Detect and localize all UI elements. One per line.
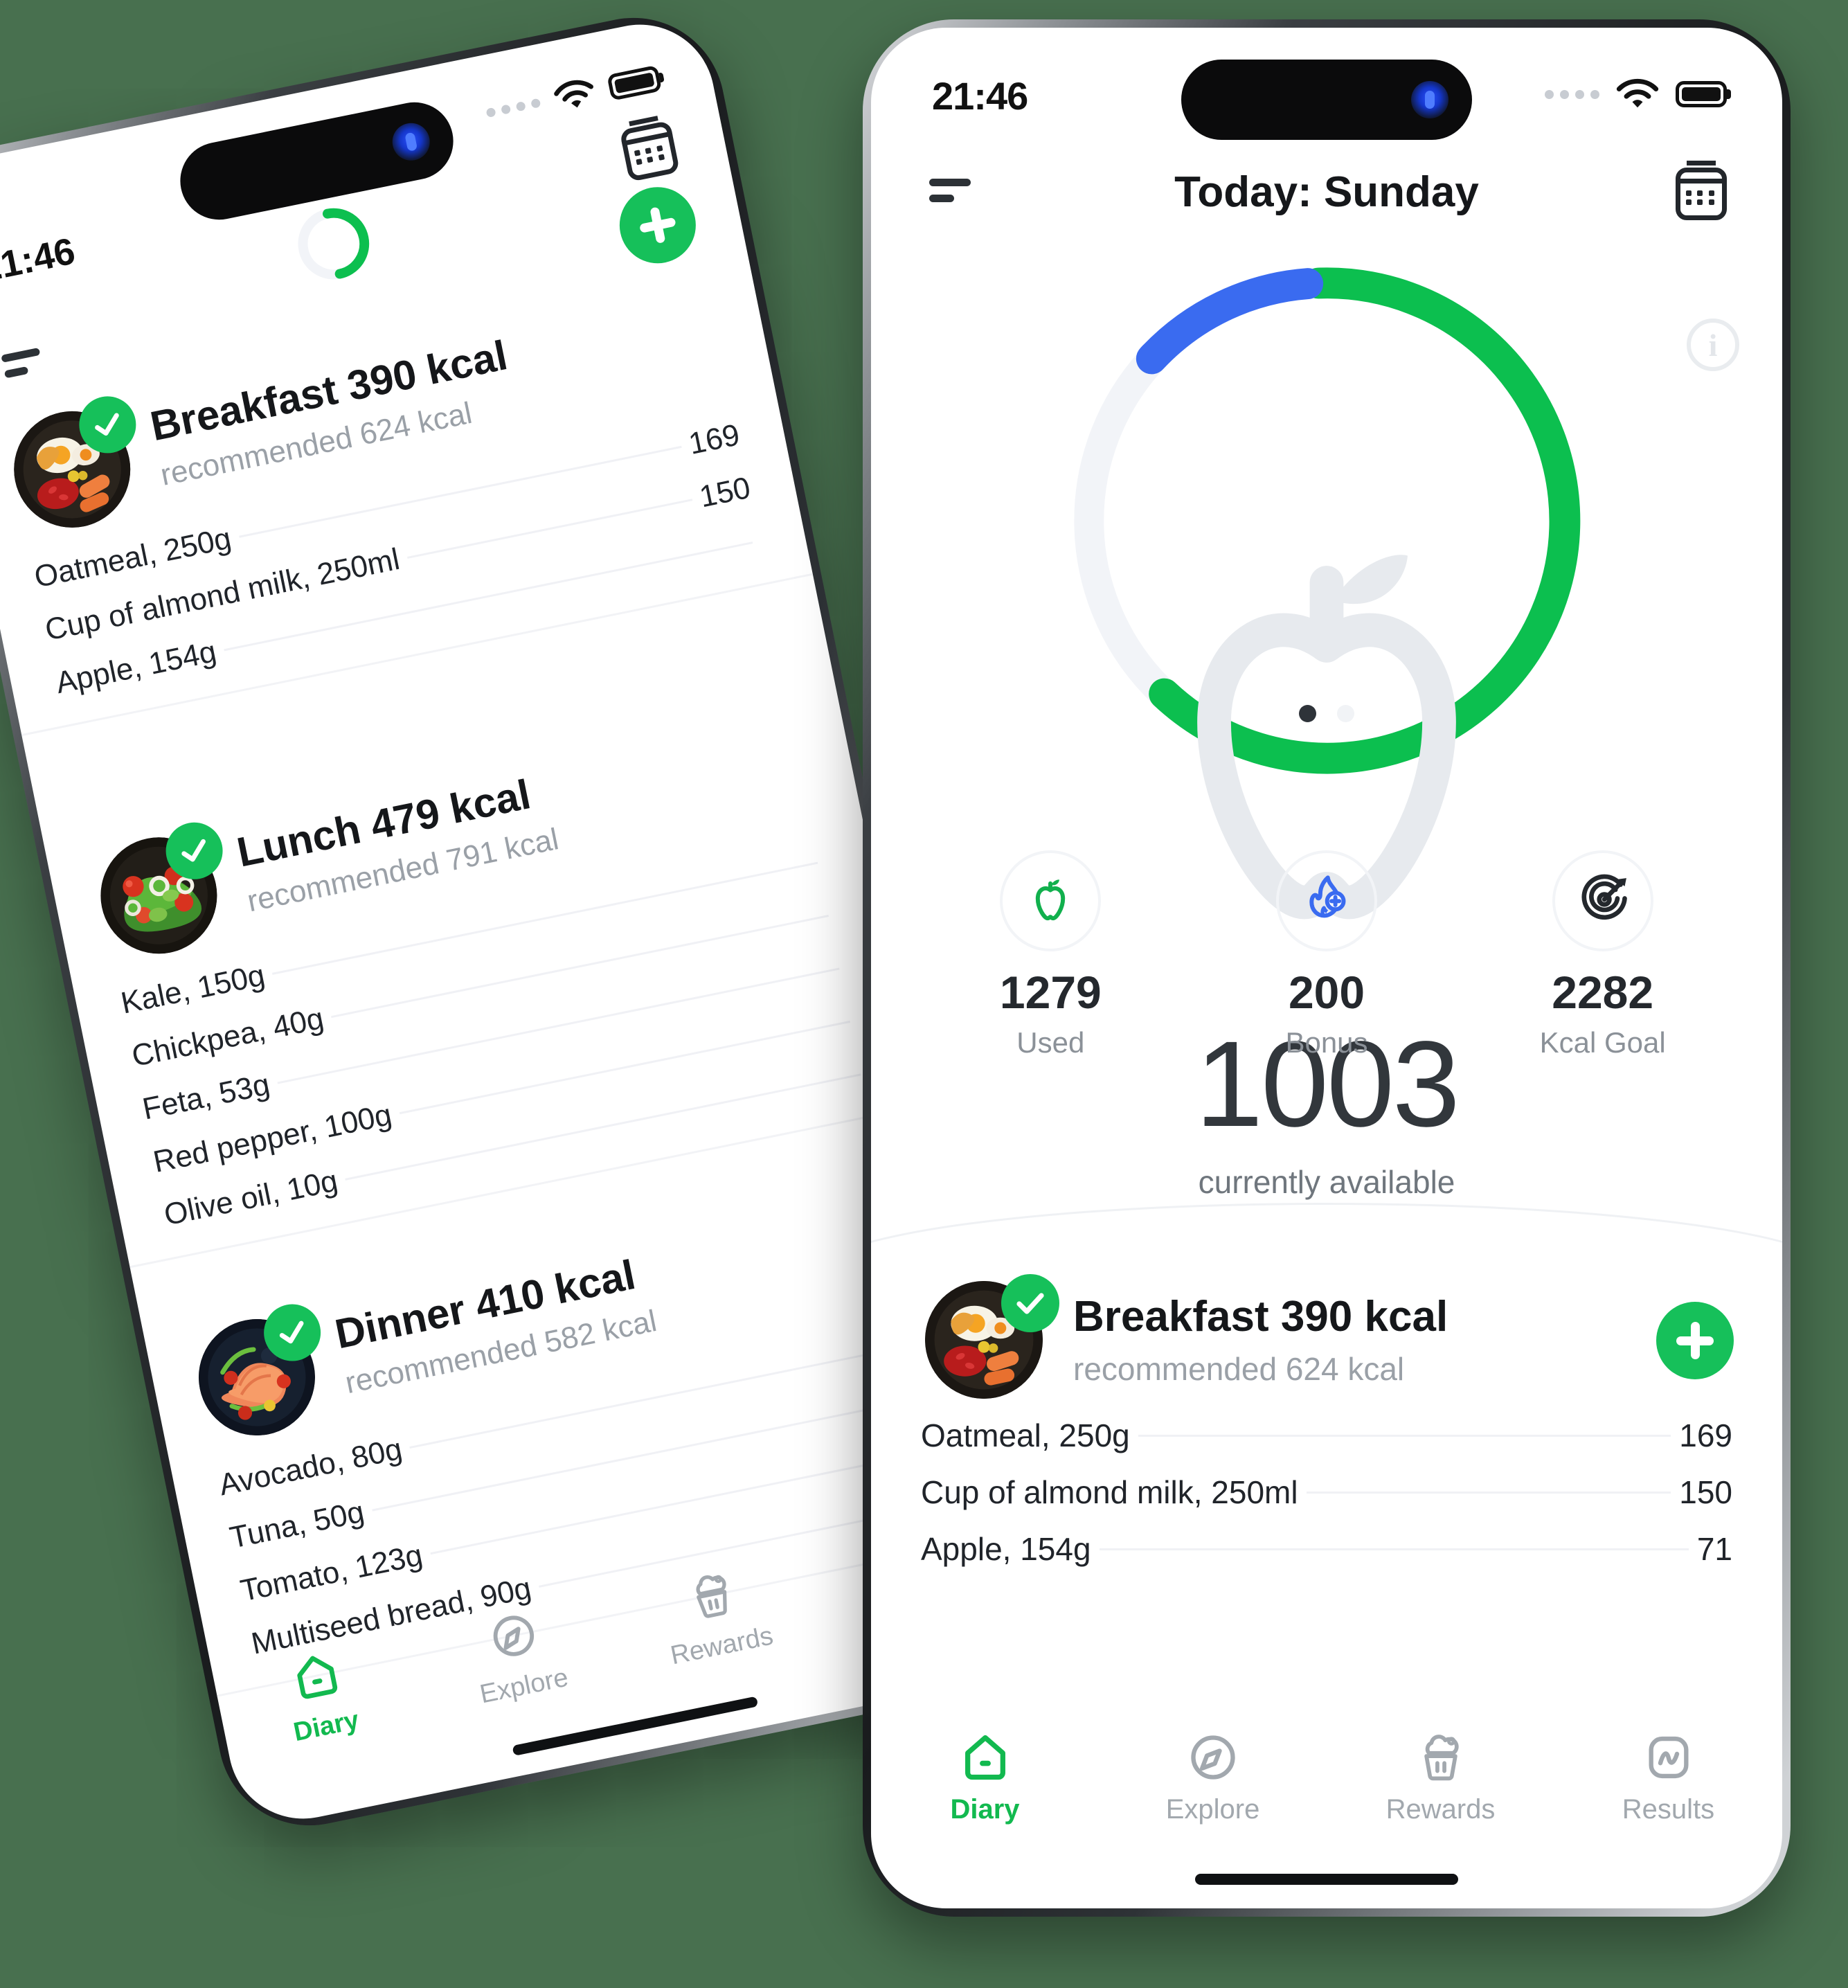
leader-line — [1099, 1548, 1689, 1550]
tab-explore[interactable]: Explore — [1099, 1728, 1327, 1825]
stat-used[interactable]: 1279 Used — [913, 850, 1189, 1059]
status-indicators — [483, 62, 663, 129]
front-camera-lens — [388, 119, 433, 164]
food-kcal: 169 — [685, 418, 743, 461]
hamburger-menu-icon[interactable] — [929, 179, 971, 211]
diary-home-icon — [871, 1728, 1099, 1787]
app-mockup-stage: 21:46 Breakfast 390 kcal recommended 624… — [0, 0, 1848, 1988]
tab-label: Explore — [1165, 1794, 1260, 1825]
food-kcal: 71 — [1696, 1531, 1732, 1567]
home-indicator — [1195, 1874, 1458, 1885]
loading-spinner — [298, 208, 370, 280]
check-circle-icon — [1001, 1274, 1059, 1332]
list-item[interactable]: Oatmeal, 250g 169 — [921, 1407, 1732, 1464]
stat-bonus[interactable]: 200 Bonus — [1189, 850, 1465, 1059]
page-dots[interactable] — [1057, 705, 1597, 722]
calories-available-caption: currently available — [1198, 1164, 1455, 1200]
leader-line — [1306, 1491, 1671, 1494]
stat-value: 2282 — [1552, 967, 1654, 1018]
page-title: Today: Sunday — [1174, 168, 1479, 216]
signal-dots-icon — [1545, 89, 1599, 99]
page-dot[interactable] — [1337, 705, 1354, 722]
battery-icon — [607, 64, 663, 101]
summary-stats-row: 1279 Used 200 Bonus 2282 Kcal Goal — [913, 850, 1741, 1059]
wifi-icon — [1616, 78, 1659, 108]
stat-label: Bonus — [1285, 1026, 1368, 1059]
status-indicators — [1545, 78, 1727, 111]
meal-card-breakfast: Breakfast 390 kcal recommended 624 kcal … — [871, 1269, 1782, 1577]
wifi-icon — [554, 80, 593, 108]
tab-diary[interactable]: Diary — [871, 1728, 1099, 1825]
stat-kcal-goal[interactable]: 2282 Kcal Goal — [1464, 850, 1741, 1059]
food-kcal: 150 — [697, 470, 753, 514]
status-time: 21:46 — [0, 230, 79, 290]
leader-line — [1138, 1434, 1671, 1437]
phone-right-device: 21:46 Today: Sunday i 1003 currently ava… — [863, 19, 1791, 1917]
signal-dots-icon — [485, 98, 541, 118]
tab-label: Rewards — [1385, 1794, 1496, 1825]
list-item[interactable]: Apple, 154g 71 — [921, 1521, 1732, 1577]
stat-value: 200 — [1288, 967, 1365, 1018]
meal-subtitle: recommended 624 kcal — [1073, 1351, 1405, 1387]
home-indicator — [512, 1696, 759, 1756]
ring-center-content: 1003 currently available — [1057, 479, 1597, 1201]
stat-label: Used — [1016, 1026, 1085, 1059]
cupcake-icon — [1327, 1728, 1554, 1787]
apple-icon — [1000, 850, 1102, 951]
top-navigation-bar: Today: Sunday — [871, 161, 1782, 237]
chart-line-icon — [1554, 1728, 1782, 1787]
tab-label: Results — [1622, 1794, 1715, 1825]
add-meal-button[interactable] — [613, 180, 703, 271]
stat-value: 1279 — [999, 967, 1102, 1018]
status-bar: 21:46 — [871, 60, 1782, 140]
meal-card-breakfast: Breakfast 390 kcal recommended 624 kcal … — [0, 264, 814, 737]
target-dart-icon — [1552, 850, 1653, 951]
tab-label: Diary — [950, 1794, 1020, 1825]
calendar-icon[interactable] — [1676, 161, 1727, 220]
list-item[interactable]: Cup of almond milk, 250ml 150 — [921, 1464, 1732, 1521]
page-dot-active[interactable] — [1299, 705, 1316, 722]
food-kcal: 150 — [1679, 1474, 1732, 1510]
food-kcal: 169 — [1679, 1417, 1732, 1453]
dynamic-island — [1181, 60, 1472, 140]
phone-right-screen: 21:46 Today: Sunday i 1003 currently ava… — [871, 28, 1782, 1908]
bottom-tab-bar: Diary Explore — [871, 1728, 1782, 1825]
front-camera-lens — [1411, 81, 1448, 118]
tab-rewards[interactable]: Rewards — [1327, 1728, 1554, 1825]
compass-icon — [1099, 1728, 1327, 1787]
tab-results[interactable]: Results — [1554, 1728, 1782, 1825]
food-name: Oatmeal, 250g — [921, 1417, 1130, 1453]
status-time: 21:46 — [932, 74, 1028, 118]
calendar-icon[interactable] — [619, 120, 681, 182]
flame-plus-icon — [1276, 850, 1377, 951]
calorie-progress-ring: 1003 currently available — [1057, 251, 1597, 1200]
meal-card-lunch: Lunch 479 kcal recommended 791 kcal Kale… — [45, 690, 922, 1269]
stat-label: Kcal Goal — [1539, 1026, 1666, 1059]
hamburger-menu-icon[interactable] — [1, 347, 45, 386]
food-name: Apple, 154g — [921, 1531, 1091, 1567]
battery-icon — [1676, 81, 1727, 107]
meal-title: Breakfast 390 kcal — [1073, 1293, 1448, 1341]
food-name: Cup of almond milk, 250ml — [921, 1474, 1298, 1510]
info-icon[interactable]: i — [1687, 319, 1739, 371]
add-meal-button[interactable] — [1656, 1302, 1734, 1379]
